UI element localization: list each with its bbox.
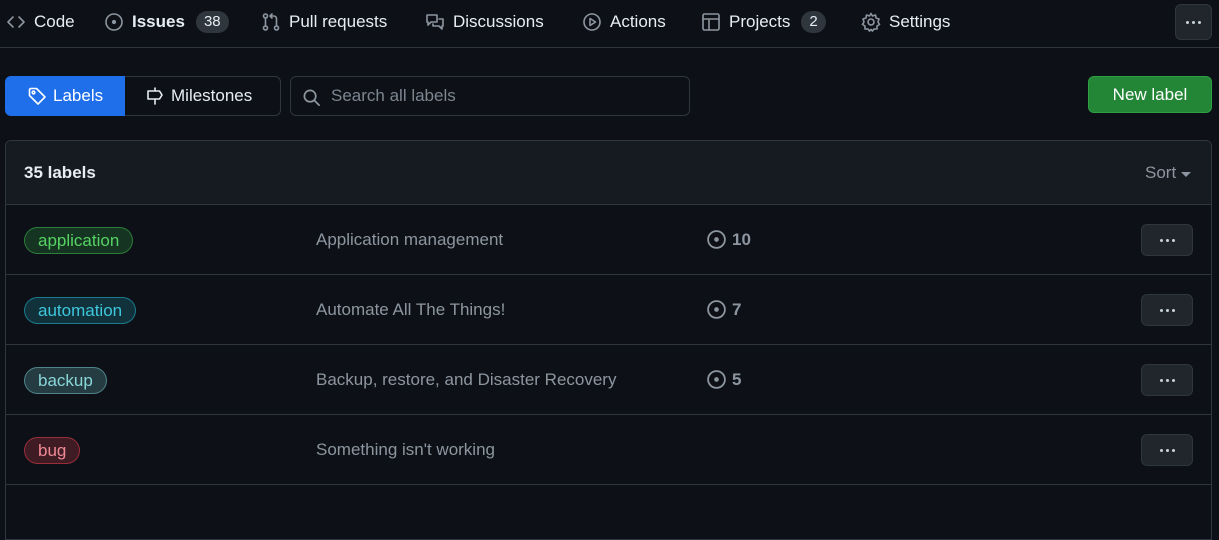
label-row: bug Something isn't working	[6, 415, 1211, 485]
kebab-horizontal-icon	[1186, 20, 1201, 24]
sort-label: Sort	[1145, 163, 1177, 182]
label-pill[interactable]: bug	[24, 437, 81, 464]
sort-dropdown[interactable]: Sort	[1145, 163, 1192, 183]
kebab-horizontal-icon	[1159, 238, 1175, 242]
more-button[interactable]	[1175, 4, 1212, 40]
kebab-horizontal-icon	[1159, 308, 1175, 312]
tab-projects[interactable]: Projects 2	[701, 0, 826, 44]
label-actions-button[interactable]	[1141, 294, 1193, 326]
label-pill[interactable]: backup	[24, 367, 107, 394]
label-actions-button[interactable]	[1141, 434, 1193, 466]
issue-opened-icon	[105, 13, 123, 31]
kebab-horizontal-icon	[1159, 448, 1175, 452]
label-issues-count: 7	[732, 299, 742, 319]
labels-count: 35 labels	[24, 163, 96, 182]
tab-settings-label: Settings	[889, 12, 951, 31]
play-icon	[583, 13, 601, 31]
label-issues-count: 10	[732, 229, 751, 249]
tab-actions[interactable]: Actions	[582, 0, 666, 44]
tab-issues-label: Issues	[132, 12, 185, 31]
kebab-horizontal-icon	[1159, 378, 1175, 382]
label-row: backup Backup, restore, and Disaster Rec…	[6, 345, 1211, 415]
label-description: Application management	[316, 230, 504, 249]
label-actions-button[interactable]	[1141, 224, 1193, 256]
label-row: application Application management 10	[6, 205, 1211, 275]
repo-nav: Code Issues 38 Pull requests Discussions…	[0, 0, 1219, 48]
tab-discussions[interactable]: Discussions	[425, 0, 544, 44]
label-pill[interactable]: automation	[24, 297, 137, 324]
tab-code-label: Code	[34, 12, 75, 31]
tab-settings[interactable]: Settings	[861, 0, 950, 44]
label-description: Backup, restore, and Disaster Recovery	[316, 370, 617, 389]
label-issues-link[interactable]: 7	[706, 299, 741, 320]
issues-counter: 38	[195, 11, 229, 33]
label-pill[interactable]: application	[24, 227, 134, 254]
label-actions-button[interactable]	[1141, 364, 1193, 396]
tab-pull-requests[interactable]: Pull requests	[261, 0, 387, 44]
search-icon	[303, 89, 320, 106]
label-row: automation Automate All The Things! 7	[6, 275, 1211, 345]
milestones-tab[interactable]: Milestones	[125, 76, 281, 116]
milestones-tab-label: Milestones	[171, 86, 253, 105]
label-description: Something isn't working	[316, 440, 495, 459]
new-label-button[interactable]: New label	[1088, 76, 1212, 113]
labels-tab[interactable]: Labels	[5, 76, 125, 116]
table-icon	[702, 13, 720, 31]
projects-counter: 2	[801, 11, 826, 33]
labels-milestones-subnav: Labels Milestones	[5, 76, 281, 116]
label-issues-link[interactable]: 10	[706, 229, 751, 250]
labels-tab-label: Labels	[53, 86, 104, 105]
search-box	[290, 76, 690, 116]
tab-issues[interactable]: Issues 38	[104, 0, 229, 44]
label-issues-count: 5	[732, 369, 742, 389]
issue-opened-icon	[707, 300, 726, 319]
tag-icon	[28, 87, 46, 105]
gear-icon	[861, 12, 881, 32]
labels-box-header: 35 labels Sort	[6, 141, 1211, 205]
comment-discussion-icon	[426, 14, 444, 30]
labels-box: 35 labels Sort application Application m…	[5, 140, 1212, 540]
triangle-down-icon	[1181, 171, 1192, 177]
label-description: Automate All The Things!	[316, 300, 506, 319]
search-input[interactable]	[331, 77, 681, 115]
tab-code[interactable]: Code	[6, 0, 75, 44]
git-pull-request-icon	[262, 13, 280, 31]
issue-opened-icon	[707, 230, 726, 249]
tab-actions-label: Actions	[610, 12, 666, 31]
milestone-icon	[147, 87, 163, 105]
tab-projects-label: Projects	[729, 12, 791, 31]
label-issues-link[interactable]: 5	[706, 369, 741, 390]
code-icon	[7, 16, 25, 28]
tab-pull-requests-label: Pull requests	[289, 12, 388, 31]
issue-opened-icon	[707, 370, 726, 389]
tab-discussions-label: Discussions	[453, 12, 544, 31]
